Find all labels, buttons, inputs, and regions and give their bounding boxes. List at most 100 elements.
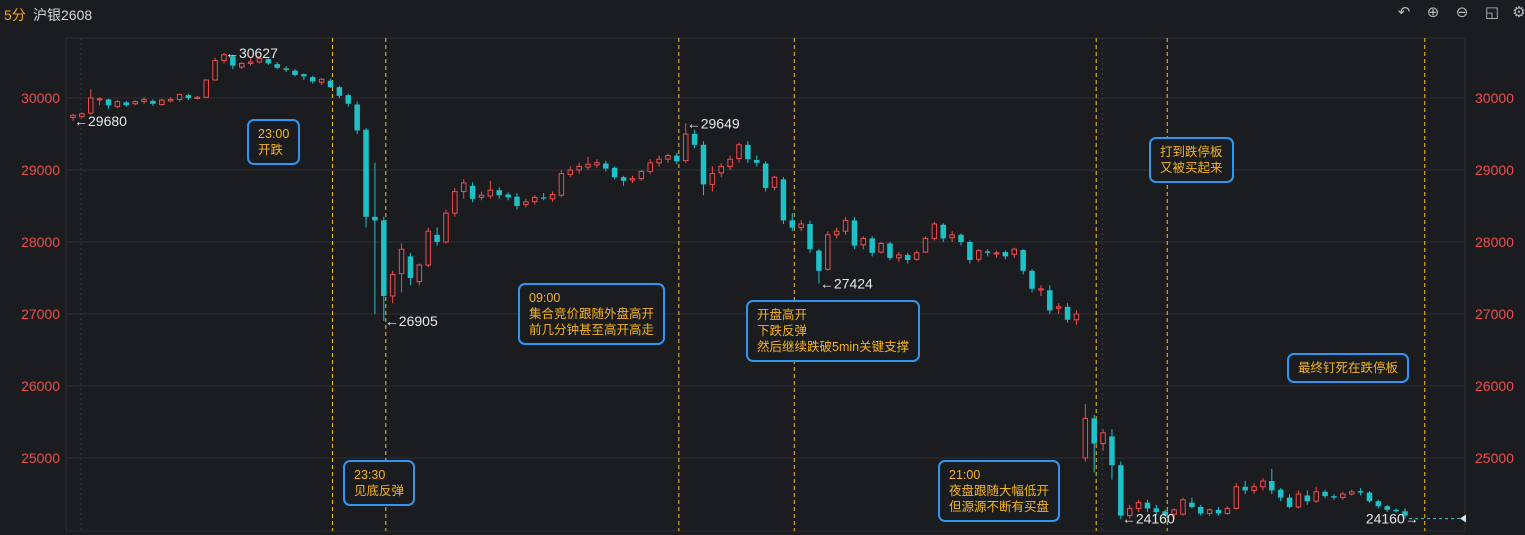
candle-body-up (132, 101, 138, 105)
candle-body-down (540, 197, 547, 199)
candle-body-down (851, 220, 858, 246)
candle-body-up (1135, 502, 1142, 509)
candle-body-up (949, 234, 955, 239)
candle-body-down (967, 242, 973, 260)
candle-body-up (1082, 417, 1089, 459)
price-extreme-label: ←29680 (74, 113, 127, 129)
candle-body-up (460, 182, 467, 193)
candle-body-down (363, 129, 369, 217)
annotation-line: 前几分钟甚至高开高走 (529, 323, 655, 337)
annotation-line: 夜盘跟随大幅低开 (949, 484, 1050, 498)
candle-body-up (1313, 491, 1319, 502)
candle-body-up (1348, 491, 1355, 495)
candle-body-down (150, 100, 156, 104)
candle-body-up (478, 194, 485, 198)
candle-body-up (389, 273, 396, 297)
candle-body-up (709, 173, 716, 185)
candle-body-down (381, 220, 387, 296)
candle-body-down (1118, 465, 1124, 516)
price-extreme-label: 24160→ (1366, 510, 1419, 526)
candle-body-down (1189, 502, 1195, 507)
candle-body-down (904, 254, 911, 260)
candle-body-up (1055, 306, 1062, 309)
y-tick-label-left: 29000 (21, 162, 60, 178)
candle-body-up (922, 237, 929, 253)
candle-body-up (114, 101, 121, 108)
candle-body-down (1198, 506, 1204, 514)
price-extreme-label: ←30627 (225, 45, 278, 61)
candle-body-up (1260, 480, 1266, 488)
y-tick-label-left: 26000 (21, 378, 60, 394)
annotation-hit-limit-down: 打到跌停板 又被买起来 (1149, 137, 1234, 183)
candle-body-down (1375, 501, 1382, 507)
axes: 25000 25000 26000 26000 27000 27000 28000 28000… (21, 90, 1514, 466)
candle-body-down (816, 250, 822, 271)
candle-body-up (247, 61, 254, 64)
y-tick-label-right: 29000 (1475, 162, 1514, 178)
candle-body-down (283, 68, 289, 70)
annotation-pinned-limit-down: 最终钉死在跌停板 (1287, 353, 1410, 383)
candle-body-up (913, 252, 920, 260)
grid (65, 37, 1466, 532)
candle-body-down (1047, 290, 1053, 311)
candle-body-up (159, 99, 165, 105)
candle-body-up (896, 254, 902, 259)
annotation-line: 集合竞价跟随外盘高开 (529, 307, 655, 321)
candle-body-down (372, 216, 378, 221)
price-labels: ←29680 ←30627 ←26905 ←29649 ←27424 ←24160 2416… (74, 45, 1419, 527)
candle-body-down (1215, 509, 1222, 514)
candle-body-up (931, 223, 938, 239)
candle-body-up (825, 234, 831, 270)
candle-body-up (452, 191, 458, 214)
candle-body-up (647, 162, 653, 172)
candle-body-up (1251, 486, 1257, 491)
candle-body-down (185, 95, 192, 98)
candle-body-down (700, 144, 707, 185)
candle-body-down (1109, 436, 1115, 466)
candle-body-up (1100, 432, 1106, 445)
annotation-line: 23:00 (258, 127, 290, 141)
candle-body-down (274, 64, 280, 68)
price-extreme-label: ←27424 (820, 275, 873, 291)
y-tick-label-left: 28000 (21, 234, 60, 250)
candle-body-down (345, 95, 352, 104)
candle-body-down (603, 163, 609, 169)
candle-body-up (1038, 288, 1044, 291)
candle-body-up (594, 162, 600, 166)
annotation-line: 又被买起来 (1160, 161, 1223, 175)
candle-body-up (487, 189, 494, 197)
plot-frame (65, 37, 1466, 532)
y-tick-label-right: 28000 (1475, 234, 1514, 250)
candle-body-down (940, 224, 946, 239)
candle-body-down (1322, 491, 1328, 497)
candle-body-down (105, 99, 112, 106)
annotation-2300-start-drop: 23:00 开跌 (247, 119, 301, 165)
candle-body-up (1180, 499, 1186, 515)
last-price-pointer (1460, 514, 1466, 523)
candle-body-down (745, 144, 751, 160)
candle-body-up (523, 201, 529, 206)
price-extreme-label: ←24160 (1122, 510, 1175, 526)
candle-body-down (958, 234, 964, 242)
annotation-0900-open: 09:00 集合竞价跟随外盘高开 前几分钟甚至高开高走 (518, 283, 666, 345)
candle-body-down (691, 134, 698, 145)
candle-body-up (194, 96, 201, 99)
candle-body-up (638, 170, 645, 180)
candle-body-up (1206, 509, 1213, 514)
annotation-2100-night-open: 21:00 夜盘跟随大幅低开 但源源不断有买盘 (938, 460, 1061, 522)
annotation-line: 开跌 (258, 143, 284, 157)
y-tick-label-right: 25000 (1475, 450, 1514, 466)
candle-body-down (762, 163, 769, 188)
candle-body-down (496, 190, 502, 196)
candle-body-up (736, 144, 742, 159)
annotation-line: 但源源不断有买盘 (949, 500, 1050, 514)
candle-body-down (1064, 306, 1071, 320)
candle-body-down (301, 74, 307, 77)
candle-body-down (780, 179, 787, 221)
candle-body-up (727, 158, 733, 167)
annotation-line: 09:00 (529, 291, 561, 305)
candle-body-up (798, 223, 804, 229)
candlestick-chart[interactable]: ←29680 ←30627 ←26905 ←29649 ←27424 ←24160 2416… (0, 0, 1525, 535)
candle-body-up (567, 169, 574, 175)
candle-body-up (176, 93, 183, 100)
